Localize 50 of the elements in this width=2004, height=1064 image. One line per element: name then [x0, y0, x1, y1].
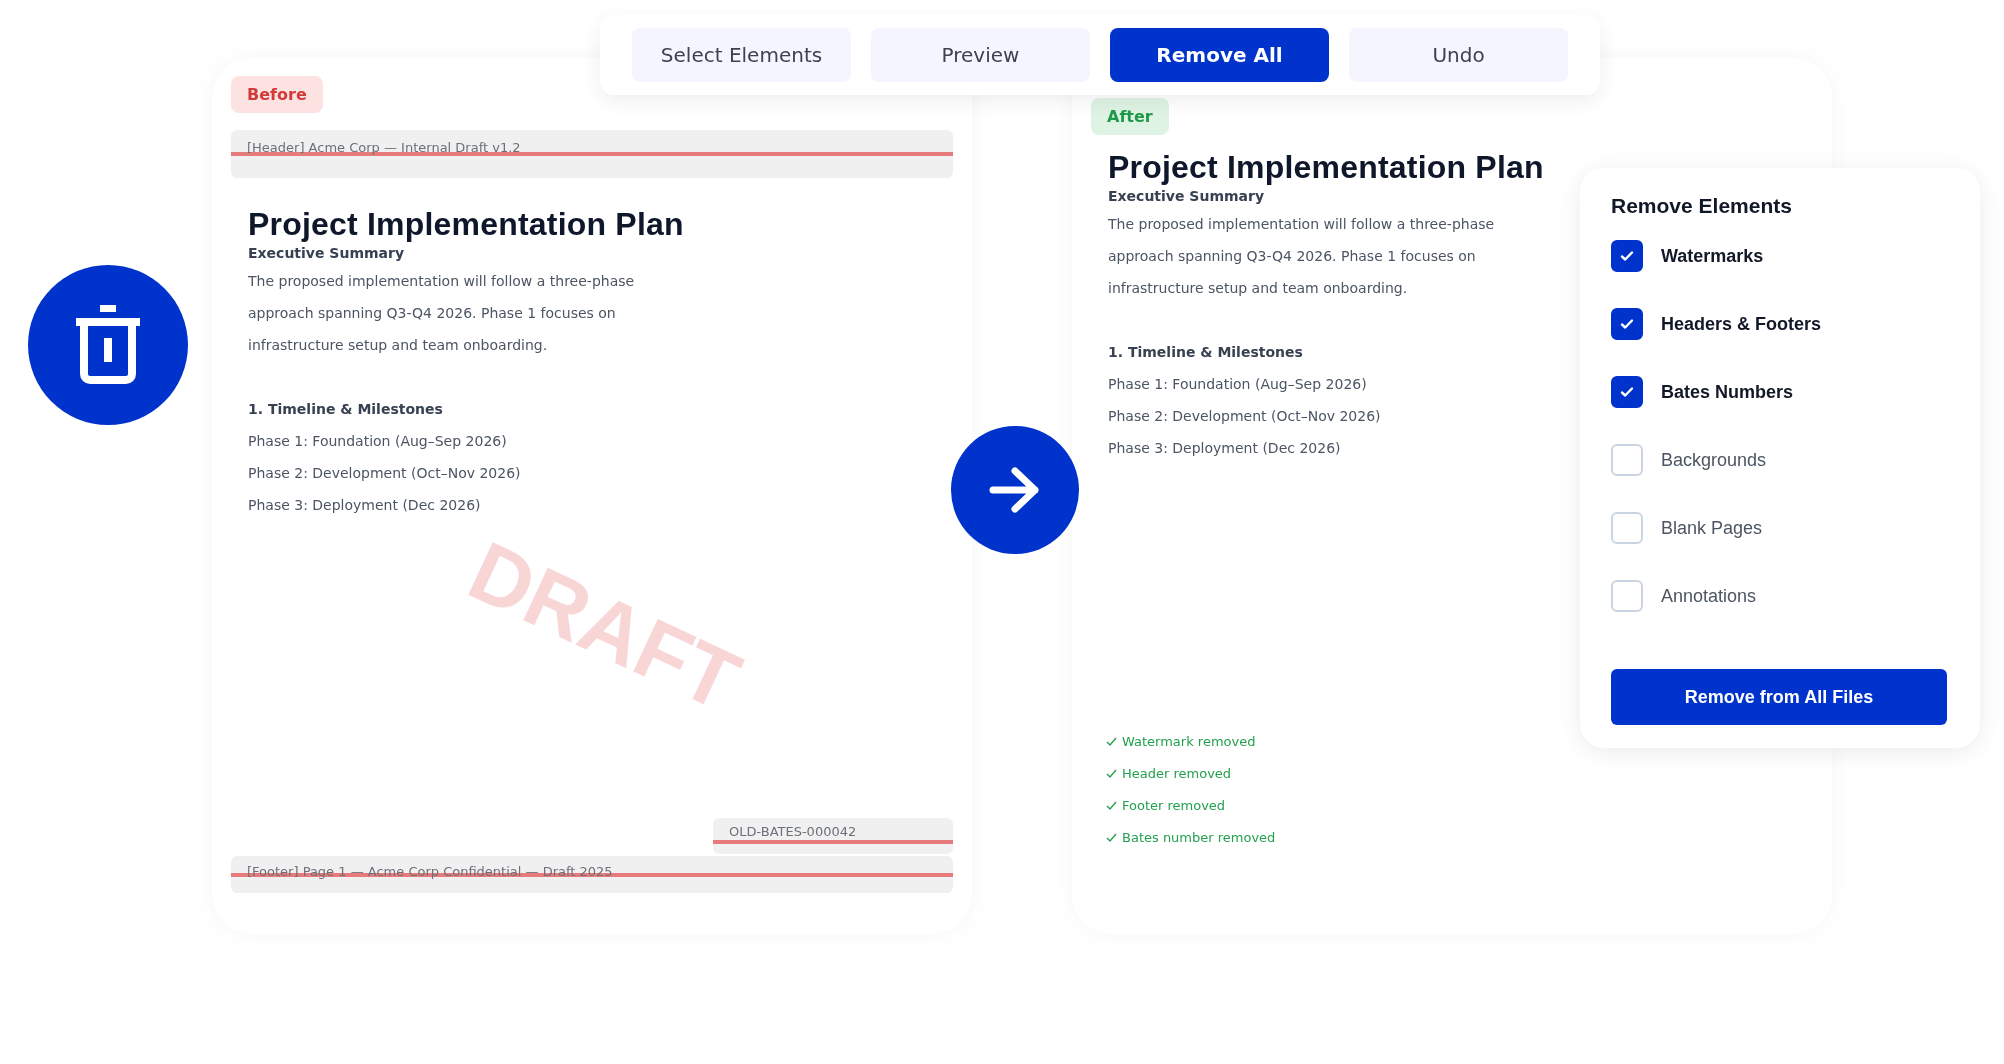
checkmark-icon — [1106, 800, 1117, 811]
checkmark-icon — [1106, 832, 1117, 843]
status-text: Bates number removed — [1122, 830, 1276, 845]
option-label: Watermarks — [1661, 245, 1764, 267]
option-label: Annotations — [1661, 585, 1757, 607]
option-label: Blank Pages — [1661, 517, 1763, 539]
toolbar-button[interactable]: Preview — [871, 28, 1090, 82]
checkmark-icon — [1106, 736, 1117, 747]
checkmark-icon — [1106, 768, 1117, 779]
panel-title: Remove Elements — [1611, 194, 1793, 218]
status-text: Watermark removed — [1122, 734, 1256, 749]
bates-number: OLD-BATES-000042 — [713, 818, 953, 854]
checkbox[interactable] — [1611, 240, 1643, 272]
before-badge: Before — [231, 76, 323, 113]
remove-all-files-button[interactable]: Remove from All Files — [1611, 669, 1947, 725]
phase-line: Phase 2: Development (Oct–Nov 2026) — [248, 464, 521, 483]
paragraph-line: infrastructure setup and team onboarding. — [248, 336, 548, 355]
paragraph-line: The proposed implementation will follow a three-phase — [1108, 215, 1495, 234]
checkbox[interactable] — [1611, 376, 1643, 408]
option-label: Backgrounds — [1661, 449, 1767, 471]
header-bar: [Header] Acme Corp — Internal Draft v1.2 — [231, 130, 953, 178]
phase-line: Phase 2: Development (Oct–Nov 2026) — [1108, 407, 1381, 426]
checkmark-icon — [1619, 316, 1635, 332]
toolbar-button[interactable]: Remove All — [1110, 28, 1329, 82]
option-label: Bates Numbers — [1661, 381, 1794, 403]
section-subtitle: Executive Summary — [1108, 188, 1265, 204]
status-text: Footer removed — [1122, 798, 1226, 813]
phase-line: Phase 1: Foundation (Aug–Sep 2026) — [248, 432, 507, 451]
toolbar-button[interactable]: Select Elements — [632, 28, 851, 82]
phase-line: Phase 3: Deployment (Dec 2026) — [248, 496, 481, 515]
section-heading: 1. Timeline & Milestones — [248, 400, 443, 419]
paragraph-line: infrastructure setup and team onboarding. — [1108, 279, 1408, 298]
document-title: Project Implementation Plan — [248, 206, 684, 243]
after-badge: After — [1091, 98, 1169, 135]
phase-line: Phase 1: Foundation (Aug–Sep 2026) — [1108, 375, 1367, 394]
trash-icon — [76, 305, 140, 385]
status-text: Header removed — [1122, 766, 1232, 781]
phase-line: Phase 3: Deployment (Dec 2026) — [1108, 439, 1341, 458]
checkmark-icon — [1619, 248, 1635, 264]
option-label: Headers & Footers — [1661, 313, 1822, 335]
paragraph-line: approach spanning Q3-Q4 2026. Phase 1 focuses on — [1108, 247, 1476, 266]
paragraph-line: The proposed implementation will follow a three-phase — [248, 272, 635, 291]
section-subtitle: Executive Summary — [248, 245, 405, 261]
checkbox[interactable] — [1611, 308, 1643, 340]
document-title: Project Implementation Plan — [1108, 149, 1544, 186]
right-arrow-icon — [989, 466, 1041, 514]
toolbar-button[interactable]: Undo — [1349, 28, 1568, 82]
paragraph-line: approach spanning Q3-Q4 2026. Phase 1 focuses on — [248, 304, 616, 323]
checkmark-icon — [1619, 384, 1635, 400]
section-heading: 1. Timeline & Milestones — [1108, 343, 1303, 362]
